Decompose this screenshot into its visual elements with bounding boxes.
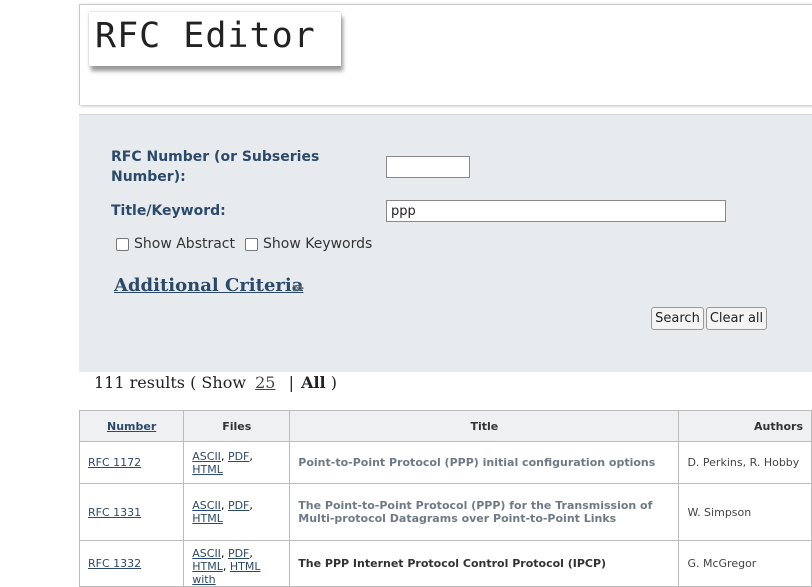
html-link[interactable]: HTML [192, 463, 223, 476]
column-header-number[interactable]: Number [78, 410, 185, 442]
authors-cell: G. McGregor [678, 540, 812, 587]
column-header-authors: Authors [678, 410, 812, 442]
rfc-link[interactable]: RFC 1172 [88, 456, 141, 469]
results-separator: | [288, 373, 294, 392]
title-keyword-label: Title/Keyword: [111, 203, 226, 219]
pdf-link[interactable]: PDF [228, 499, 249, 512]
show-abstract-option[interactable]: Show Abstract [116, 236, 235, 252]
rfc-link[interactable]: RFC 1331 [88, 506, 141, 519]
additional-criteria-link[interactable]: Additional Criteria [114, 275, 303, 296]
html-link[interactable]: HTML [192, 512, 223, 525]
authors-cell: W. Simpson [678, 483, 812, 541]
double-chevron-down-icon[interactable]: ≫ [292, 281, 305, 295]
show-abstract-label: Show Abstract [134, 236, 235, 252]
rfc-number-input[interactable] [386, 156, 470, 178]
rfc-number-cell: RFC 1331 [78, 483, 185, 541]
clear-all-button[interactable]: Clear all [706, 307, 767, 330]
show-25-link[interactable]: 25 [255, 373, 275, 392]
ascii-link[interactable]: ASCII [192, 499, 221, 512]
title-cell: Point-to-Point Protocol (PPP) initial co… [289, 441, 680, 484]
results-summary: 111 results ( Show 25 | All ) [94, 373, 337, 392]
pdf-link[interactable]: PDF [228, 450, 249, 463]
ascii-link[interactable]: ASCII [192, 547, 221, 560]
files-cell: ASCII, PDF, HTML [183, 441, 291, 484]
ascii-link[interactable]: ASCII [192, 450, 221, 463]
rfc-number-label: RFC Number (or Subseries Number): [111, 149, 320, 185]
show-all-label: All [301, 373, 326, 392]
rfc-number-cell: RFC 1172 [78, 441, 185, 484]
column-header-files: Files [183, 410, 291, 442]
results-table: Number Files Title Authors RFC 1172 ASCI… [78, 410, 812, 587]
rfc-link[interactable]: RFC 1332 [88, 557, 141, 570]
table-row: RFC 1331 ASCII, PDF, HTML The Point-to-P… [78, 483, 812, 541]
logo-text: RFC Editor [95, 16, 316, 56]
show-keywords-checkbox[interactable] [245, 237, 258, 251]
show-abstract-checkbox[interactable] [116, 237, 129, 251]
results-close-paren: ) [330, 373, 337, 392]
table-row: RFC 1172 ASCII, PDF, HTML Point-to-Point… [78, 441, 812, 484]
authors-cell: D. Perkins, R. Hobby [678, 441, 812, 484]
title-keyword-input[interactable] [386, 200, 726, 222]
rfc-editor-logo[interactable]: RFC Editor [89, 12, 341, 66]
pdf-link[interactable]: PDF [228, 547, 249, 560]
search-button[interactable]: Search [651, 307, 704, 330]
files-cell: ASCII, PDF, HTML [183, 483, 291, 541]
rfc-number-cell: RFC 1332 [78, 540, 185, 587]
table-row: RFC 1332 ASCII, PDF, HTML, HTML with The … [78, 540, 812, 587]
results-count: 111 results ( Show [94, 373, 247, 392]
files-cell: ASCII, PDF, HTML, HTML with [183, 540, 291, 587]
show-keywords-label: Show Keywords [263, 236, 373, 252]
title-cell: The PPP Internet Protocol Control Protoc… [289, 540, 680, 587]
column-header-title: Title [289, 410, 680, 442]
show-keywords-option[interactable]: Show Keywords [245, 236, 372, 252]
title-cell: The Point-to-Point Protocol (PPP) for th… [289, 483, 680, 541]
